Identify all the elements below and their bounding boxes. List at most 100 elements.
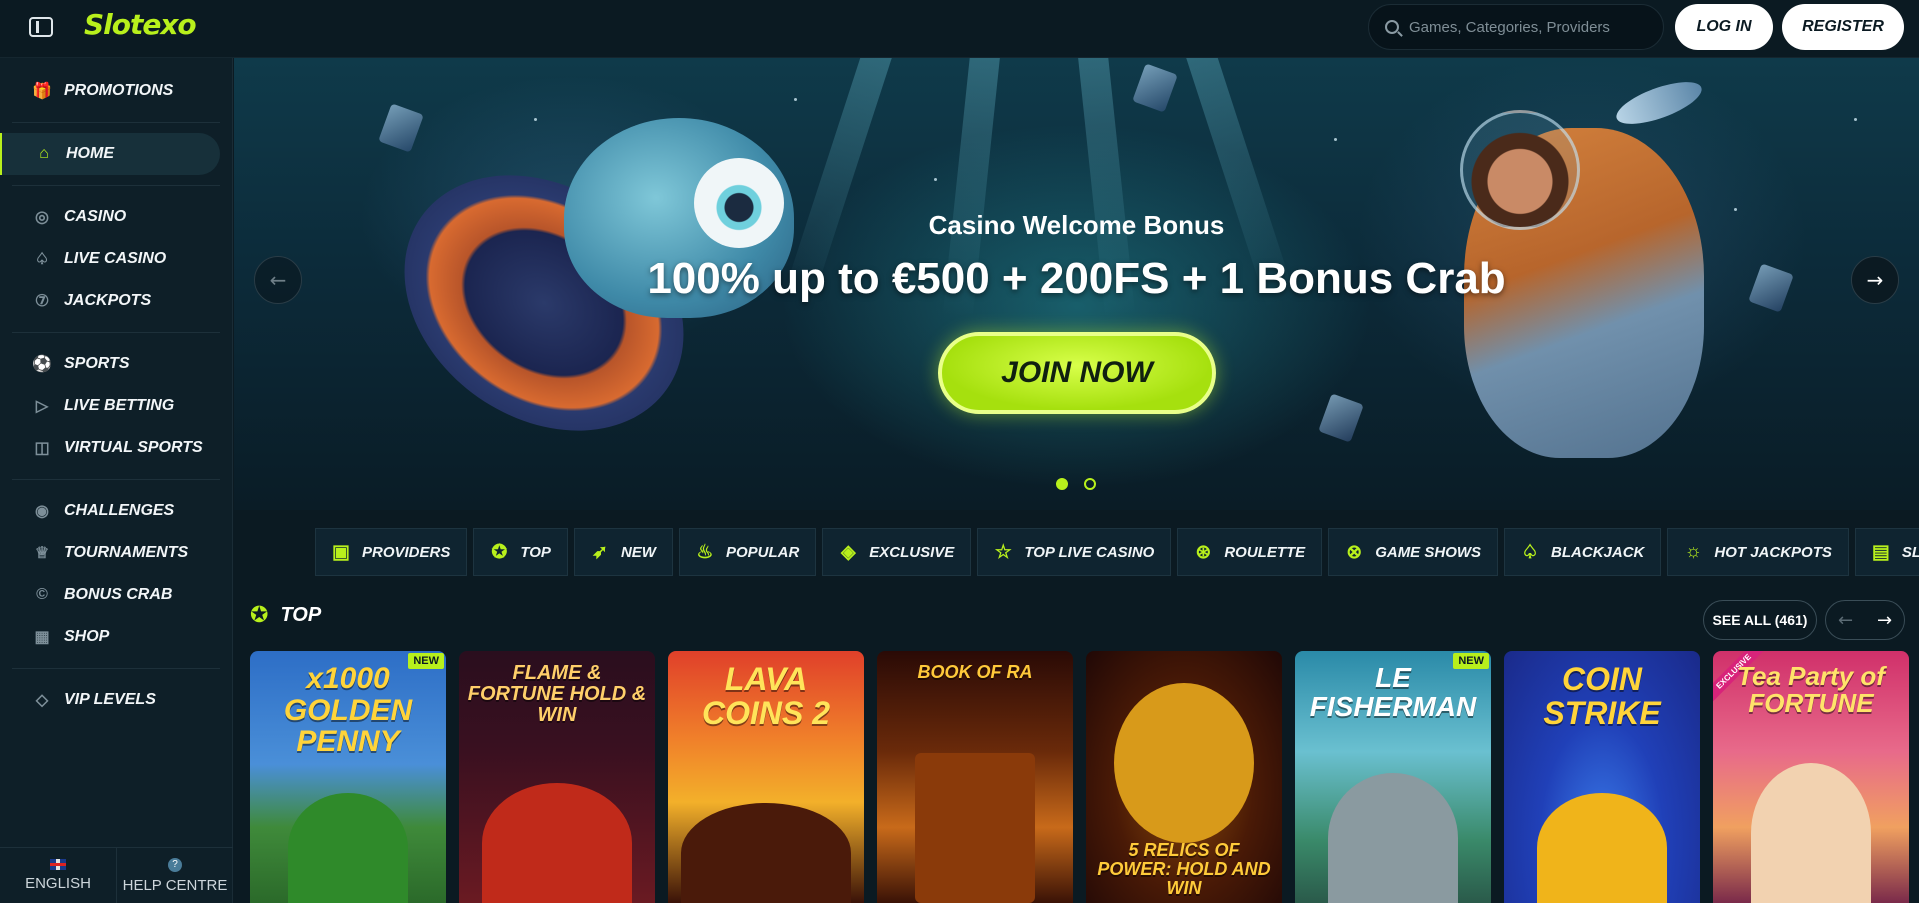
raccoon-illustration <box>1328 773 1458 903</box>
game-tile[interactable]: COIN STRIKE <box>1504 651 1700 903</box>
sidebar-item-label: VIP LEVELS <box>64 691 156 708</box>
hero-next-button[interactable]: → <box>1851 256 1899 304</box>
seven-icon: ⑦ <box>34 293 50 310</box>
arrow-left-icon[interactable]: ← <box>1826 601 1865 639</box>
sidebar-item-bonus-crab[interactable]: © BONUS CRAB <box>12 574 220 616</box>
alice-illustration <box>1751 763 1871 903</box>
help-label: HELP CENTRE <box>122 876 228 894</box>
sidebar-item-label: JACKPOTS <box>64 292 152 309</box>
search-box[interactable] <box>1368 4 1664 50</box>
sidebar-item-challenges[interactable]: ◉ CHALLENGES <box>12 490 220 532</box>
category-providers[interactable]: ▣ PROVIDERS <box>315 528 468 576</box>
search-input[interactable] <box>1409 15 1649 39</box>
login-button[interactable]: LOG IN <box>1675 4 1773 50</box>
sidebar: 🎁 PROMOTIONS ⌂ HOME ◎ CASINO ♤ LIVE CASINO ⑦… <box>0 58 233 903</box>
category-exclusive[interactable]: ◈ EXCLUSIVE <box>822 528 972 576</box>
game-tile[interactable]: BOOK OF RA <box>877 651 1073 903</box>
arrow-right-icon[interactable]: → <box>1865 601 1904 639</box>
see-all-button[interactable]: SEE ALL (461) <box>1703 600 1817 640</box>
rocket-illustration <box>1611 73 1707 133</box>
relic-illustration <box>1114 683 1254 843</box>
join-now-button[interactable]: JOIN NOW <box>938 332 1216 414</box>
category-slots[interactable]: ▤ SLOTS <box>1854 528 1919 576</box>
sidebar-item-jackpots[interactable]: ⑦ JACKPOTS <box>12 280 220 322</box>
star <box>1854 118 1857 121</box>
hero-prev-button[interactable]: ← <box>254 256 302 304</box>
sidebar-footer: ENGLISH ? HELP CENTRE <box>0 847 233 903</box>
sidebar-group: 🎁 PROMOTIONS <box>12 58 220 123</box>
category-blackjack[interactable]: ♤ BLACKJACK <box>1504 528 1662 576</box>
sidebar-item-casino[interactable]: ◎ CASINO <box>12 196 220 238</box>
help-centre-link[interactable]: ? HELP CENTRE <box>116 848 233 903</box>
sidebar-item-virtual-sports[interactable]: ◫ VIRTUAL SPORTS <box>12 427 220 469</box>
section-header: ✪ TOP <box>250 603 321 628</box>
sidebar-item-label: CHALLENGES <box>64 502 175 519</box>
sidebar-item-tournaments[interactable]: ♕ TOURNAMENTS <box>12 532 220 574</box>
game-tile[interactable]: x1000 GOLDEN PENNY NEW <box>250 651 446 903</box>
trophy-icon: ♕ <box>34 545 50 562</box>
sidebar-item-shop[interactable]: ▦ SHOP <box>12 616 220 658</box>
dragon-illustration <box>482 783 632 903</box>
category-game-shows[interactable]: ⊗ GAME SHOWS <box>1328 528 1499 576</box>
category-label: HOT JACKPOTS <box>1714 543 1832 561</box>
category-popular[interactable]: ♨ POPULAR <box>678 528 817 576</box>
grid-icon: ▣ <box>332 541 350 563</box>
language-selector[interactable]: ENGLISH <box>0 848 116 903</box>
game-title: LE FISHERMAN <box>1309 662 1477 723</box>
volcano-illustration <box>681 803 851 903</box>
new-badge: NEW <box>408 653 444 669</box>
crystal-decoration <box>1132 63 1178 113</box>
game-tile[interactable]: LAVA COINS 2 <box>668 651 864 903</box>
play-icon: ▷ <box>35 398 49 415</box>
slide-dot-1[interactable] <box>1056 478 1068 490</box>
gamepad-icon: ◫ <box>34 440 50 457</box>
sidebar-group: ⌂ HOME <box>0 123 220 186</box>
category-label: ROULETTE <box>1224 543 1306 561</box>
crystal-decoration <box>378 103 424 153</box>
game-tile[interactable]: 5 RELICS OF POWER: HOLD AND WIN <box>1086 651 1282 903</box>
crab-icon: © <box>36 586 48 603</box>
game-tile[interactable]: EXCLUSIVE Tea Party of FORTUNE <box>1713 651 1909 903</box>
hero-banner[interactable]: Casino Welcome Bonus 100% up to €500 + 2… <box>234 58 1919 510</box>
language-label: ENGLISH <box>25 875 91 892</box>
sidebar-item-promotions[interactable]: 🎁 PROMOTIONS <box>12 70 220 112</box>
medal-icon: ✪ <box>250 603 269 628</box>
sidebar-item-live-betting[interactable]: ▷ LIVE BETTING <box>12 385 220 427</box>
carousel-pager: ← → <box>1825 600 1905 640</box>
sidebar-toggle-icon[interactable] <box>29 17 53 37</box>
category-label: EXCLUSIVE <box>869 543 955 561</box>
sidebar-item-label: VIRTUAL SPORTS <box>64 439 203 456</box>
section-title: TOP <box>280 604 322 626</box>
category-top[interactable]: ✪ TOP <box>473 528 568 576</box>
star-icon: ☆ <box>994 541 1012 563</box>
game-tile[interactable]: LE FISHERMAN NEW <box>1295 651 1491 903</box>
category-label: TOP <box>520 543 551 561</box>
sidebar-item-live-casino[interactable]: ♤ LIVE CASINO <box>12 238 220 280</box>
category-label: BLACKJACK <box>1551 543 1645 561</box>
star <box>1334 138 1337 141</box>
category-roulette[interactable]: ⊛ ROULETTE <box>1177 528 1323 576</box>
category-top-live-casino[interactable]: ☆ TOP LIVE CASINO <box>977 528 1172 576</box>
shop-icon: ▦ <box>34 629 50 646</box>
logo[interactable]: Slotexo <box>84 8 197 41</box>
sidebar-item-label: CASINO <box>64 208 127 225</box>
category-bar: ▣ PROVIDERS ✪ TOP ➶ NEW ♨ POPULAR ◈ EXCLUSIVE… <box>315 528 1919 576</box>
sidebar-item-home[interactable]: ⌂ HOME <box>0 133 220 175</box>
category-hot-jackpots[interactable]: ☼ HOT JACKPOTS <box>1667 528 1849 576</box>
game-tile[interactable]: FLAME & FORTUNE HOLD & WIN <box>459 651 655 903</box>
star <box>534 118 537 121</box>
sidebar-item-vip-levels[interactable]: ◇ VIP LEVELS <box>12 679 220 721</box>
target-icon: ◉ <box>35 503 49 520</box>
slide-dot-2[interactable] <box>1084 478 1096 490</box>
category-label: POPULAR <box>725 543 800 561</box>
game-title: x1000 GOLDEN PENNY <box>283 662 413 758</box>
category-label: PROVIDERS <box>362 543 451 561</box>
sidebar-group: ⚽ SPORTS ▷ LIVE BETTING ◫ VIRTUAL SPORTS <box>12 333 220 480</box>
top-bar: Slotexo LOG IN REGISTER <box>0 0 1919 58</box>
register-button[interactable]: REGISTER <box>1782 4 1904 50</box>
category-new[interactable]: ➶ NEW <box>573 528 673 576</box>
sidebar-item-sports[interactable]: ⚽ SPORTS <box>12 343 220 385</box>
sidebar-item-label: LIVE CASINO <box>64 250 167 267</box>
sidebar-item-label: PROMOTIONS <box>64 82 174 99</box>
new-badge: NEW <box>1453 653 1489 669</box>
